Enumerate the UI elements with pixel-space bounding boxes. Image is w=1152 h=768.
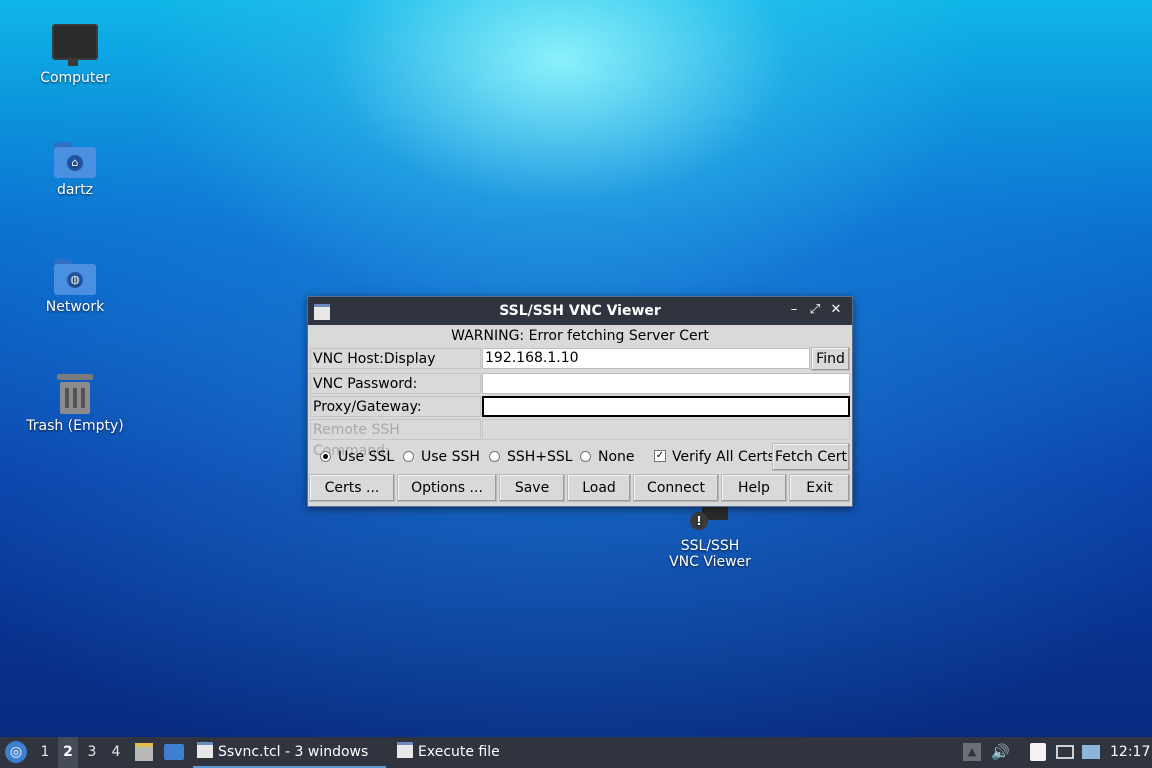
desktop-icon-trash[interactable]: Trash (Empty) [15, 374, 135, 434]
radio-dot [580, 450, 591, 462]
radio-dot [489, 450, 500, 462]
ssh-command-row: Remote SSH Command: [309, 419, 851, 459]
clipboard-icon[interactable] [1030, 743, 1046, 761]
maximize-icon[interactable]: ⤢ [807, 302, 823, 317]
clock[interactable]: 12:17 [1110, 737, 1150, 768]
radio-label: None [598, 449, 635, 465]
desktop-icon-home-folder[interactable]: ⌂ dartz [15, 142, 135, 198]
desktop-icon-label: dartz [56, 182, 94, 198]
computer-icon [52, 24, 98, 66]
window-icon [197, 742, 213, 758]
desktop-icon-network[interactable]: ◍ Network [15, 259, 135, 315]
task-label: Execute file [418, 744, 500, 760]
password-row: VNC Password: [309, 373, 851, 395]
desktop-icon-label: Computer [40, 70, 110, 86]
taskbar-task-execute-file[interactable]: Execute file [393, 737, 577, 768]
update-notifier-icon[interactable] [1082, 745, 1100, 759]
radio-dot [320, 450, 331, 462]
ssvnc-window: SSL/SSH VNC Viewer – ⤢ ✕ WARNING: Error … [307, 296, 853, 507]
radio-ssh-ssl[interactable]: SSH+SSL [489, 446, 573, 468]
host-row: VNC Host:Display 192.168.1.10 Find [309, 347, 851, 371]
load-button[interactable]: Load [567, 474, 631, 502]
network-folder-icon: ◍ [54, 259, 96, 295]
desktop-icon-label: Network [45, 299, 105, 315]
show-desktop-icon[interactable] [164, 744, 184, 760]
button-row: Certs ... Options ... Save Load Connect … [309, 474, 851, 502]
file-manager-launcher-icon[interactable] [135, 743, 153, 761]
proxy-row: Proxy/Gateway: [309, 396, 851, 418]
desktop-icon-label: Trash (Empty) [26, 418, 124, 434]
taskbar: ◎ 1 2 3 4 Ssvnc.tcl - 3 windows Execute … [0, 737, 1152, 768]
desktop-icon-computer[interactable]: Computer [15, 24, 135, 86]
close-icon[interactable]: ✕ [828, 302, 844, 317]
radio-dot [403, 450, 414, 462]
task-label: Ssvnc.tcl - 3 windows [218, 744, 369, 760]
taskbar-task-ssvnc[interactable]: Ssvnc.tcl - 3 windows [193, 737, 386, 768]
connect-button[interactable]: Connect [633, 474, 719, 502]
workspace-1[interactable]: 1 [35, 737, 55, 768]
options-button[interactable]: Options ... [397, 474, 497, 502]
network-monitor-icon[interactable] [1056, 745, 1074, 759]
certs-button[interactable]: Certs ... [309, 474, 395, 502]
radio-label: SSH+SSL [507, 449, 573, 465]
proxy-input[interactable] [482, 396, 850, 417]
ssh-command-input[interactable] [482, 419, 850, 440]
workspace-4[interactable]: 4 [106, 737, 126, 768]
workspace-2[interactable]: 2 [58, 737, 78, 768]
checkbox-label: Verify All Certs [672, 449, 775, 465]
window-title: SSL/SSH VNC Viewer [499, 303, 661, 319]
minimize-icon[interactable]: – [786, 302, 802, 317]
start-menu-icon[interactable]: ◎ [5, 741, 27, 763]
desktop-icon-ssvnc[interactable]: ! SSL/SSH VNC Viewer [650, 506, 770, 570]
radio-label: Use SSH [421, 449, 480, 465]
radio-use-ssh[interactable]: Use SSH [403, 446, 480, 468]
window-icon [397, 742, 413, 758]
verify-all-certs-checkbox[interactable]: ✓ Verify All Certs [654, 446, 775, 468]
tray-up-arrow-icon[interactable]: ▲ [963, 743, 981, 761]
trash-icon [57, 374, 93, 414]
mode-row: Use SSL Use SSH SSH+SSL None ✓ Verify All… [309, 443, 851, 471]
volume-icon[interactable]: 🔊 [991, 743, 1010, 761]
ssh-command-label: Remote SSH Command: [310, 419, 481, 459]
host-label: VNC Host:Display [310, 348, 481, 369]
radio-none[interactable]: None [580, 446, 635, 468]
password-input[interactable] [482, 373, 850, 394]
find-button[interactable]: Find [811, 347, 850, 371]
radio-label: Use SSL [338, 449, 395, 465]
fetch-cert-button[interactable]: Fetch Cert [772, 443, 850, 471]
warning-message: WARNING: Error fetching Server Cert [451, 328, 709, 344]
host-input[interactable]: 192.168.1.10 [482, 348, 810, 369]
ssvnc-launcher-icon: ! [688, 506, 732, 530]
password-label: VNC Password: [310, 373, 481, 394]
save-button[interactable]: Save [499, 474, 565, 502]
exit-button[interactable]: Exit [789, 474, 850, 502]
help-button[interactable]: Help [721, 474, 787, 502]
radio-use-ssl[interactable]: Use SSL [320, 446, 394, 468]
window-titlebar[interactable]: SSL/SSH VNC Viewer – ⤢ ✕ [308, 297, 852, 325]
proxy-label: Proxy/Gateway: [310, 396, 481, 417]
checkbox-check-icon: ✓ [654, 450, 666, 462]
desktop-icon-label: SSL/SSH VNC Viewer [669, 538, 751, 570]
home-folder-icon: ⌂ [54, 142, 96, 178]
workspace-3[interactable]: 3 [82, 737, 102, 768]
